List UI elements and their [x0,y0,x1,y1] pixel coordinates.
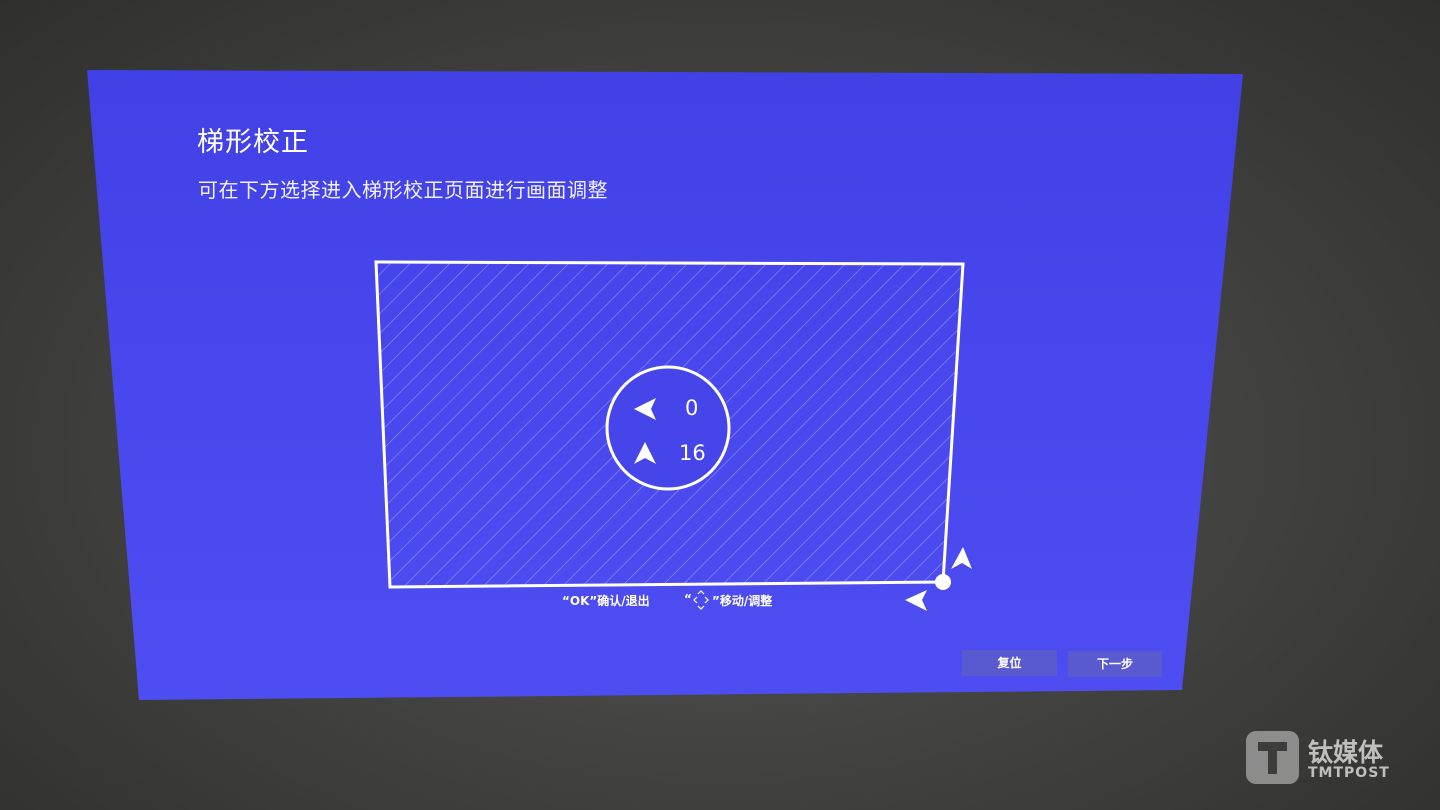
watermark: 钛媒体 TMTPOST [1246,731,1396,785]
corner-arrow-up-icon [951,547,972,569]
reset-button[interactable]: 复位 [962,650,1057,676]
keystone-diagram [374,260,972,611]
dpad-icon [693,590,709,610]
corner-arrow-left-icon [905,590,927,611]
ok-hint: “OK”确认/退出 [562,594,650,608]
horizontal-value: 0 [685,396,699,420]
watermark-logo-icon [1246,731,1299,784]
watermark-brand-cn: 钛媒体 [1308,738,1384,767]
move-hint: ”移动/调整 [712,594,773,608]
move-hint-quote: “ [684,592,692,606]
watermark-brand-en: TMTPOST [1308,765,1390,781]
next-button[interactable]: 下一步 [1068,651,1162,677]
corner-handle[interactable] [935,574,951,590]
vertical-value: 16 [679,441,706,465]
value-circle [605,365,731,491]
